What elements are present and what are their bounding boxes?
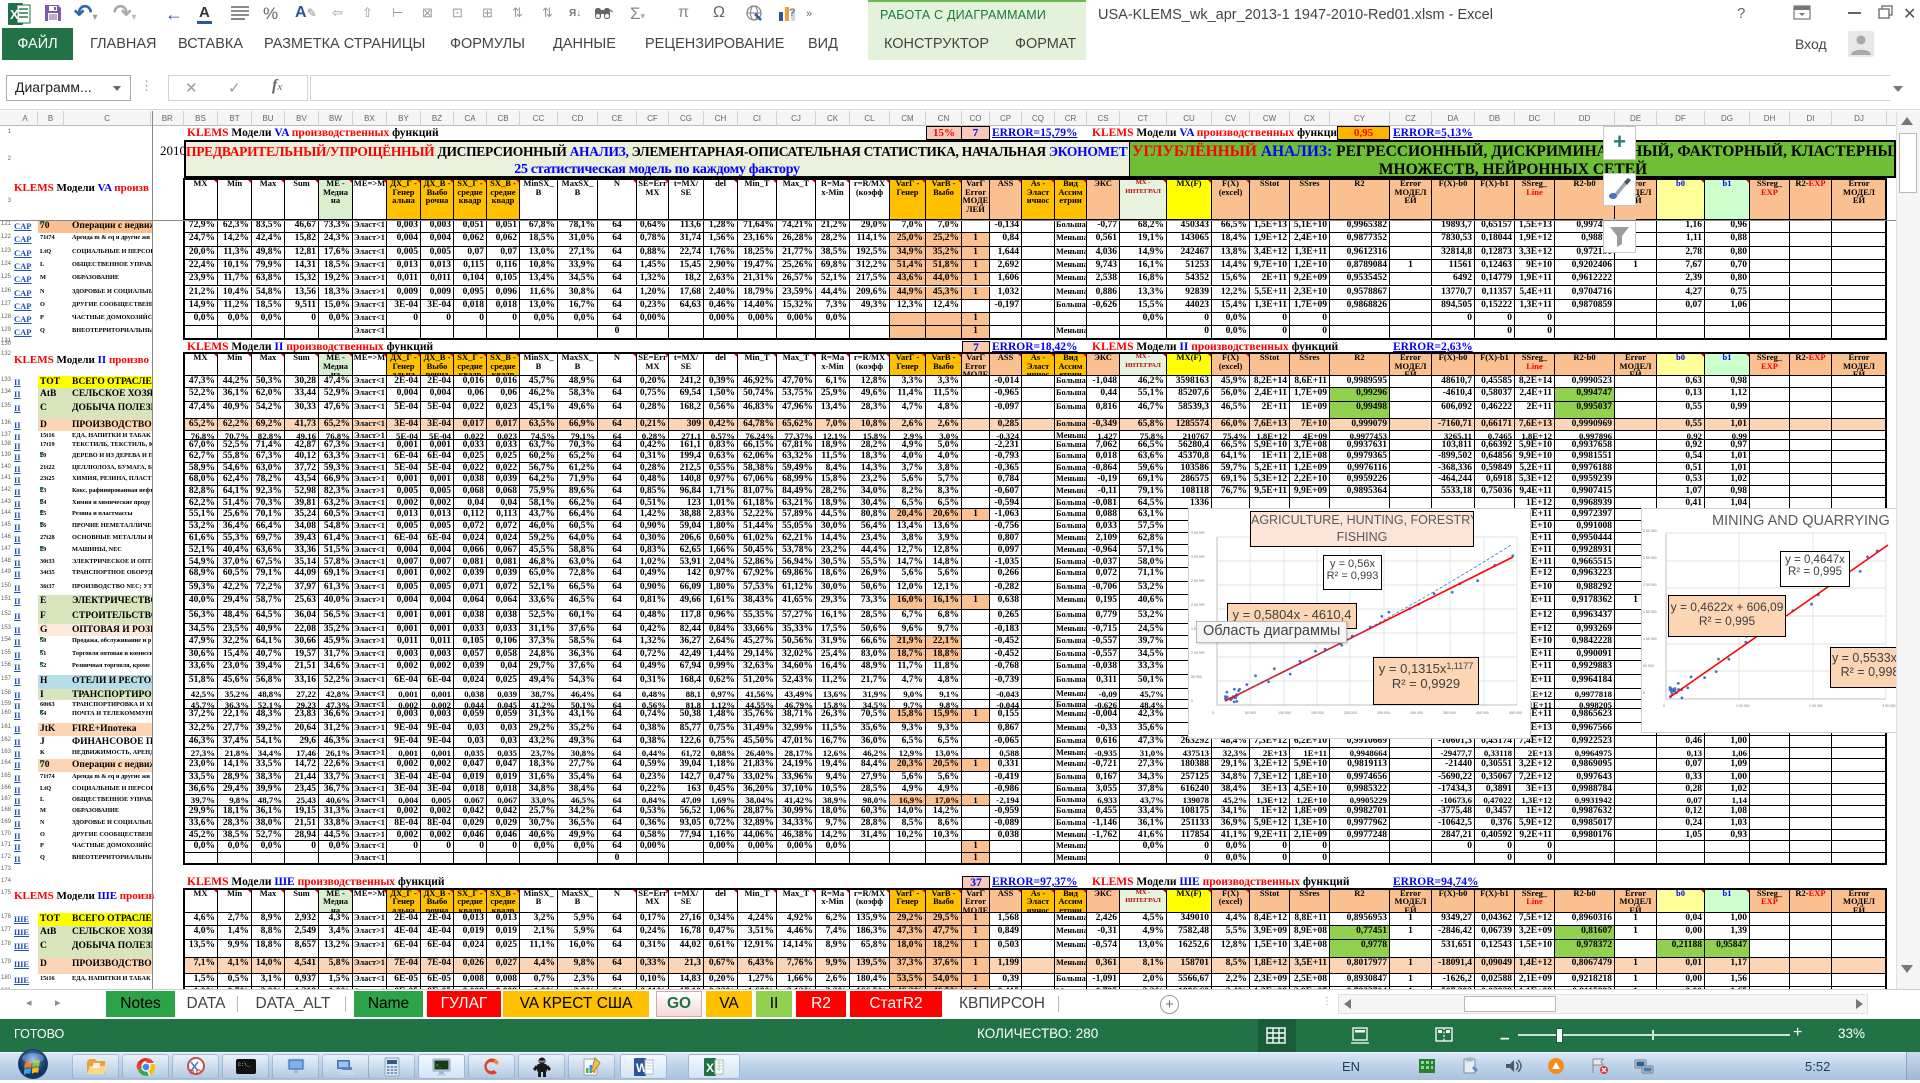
svg-text:X: X xyxy=(10,7,19,22)
svg-text:C:\_: C:\_ xyxy=(238,1062,251,1068)
svg-text:Я↓: Я↓ xyxy=(569,8,581,19)
svg-text:?: ? xyxy=(789,7,795,19)
svg-text:X: X xyxy=(706,1061,714,1075)
svg-text:>_: >_ xyxy=(435,1063,442,1069)
